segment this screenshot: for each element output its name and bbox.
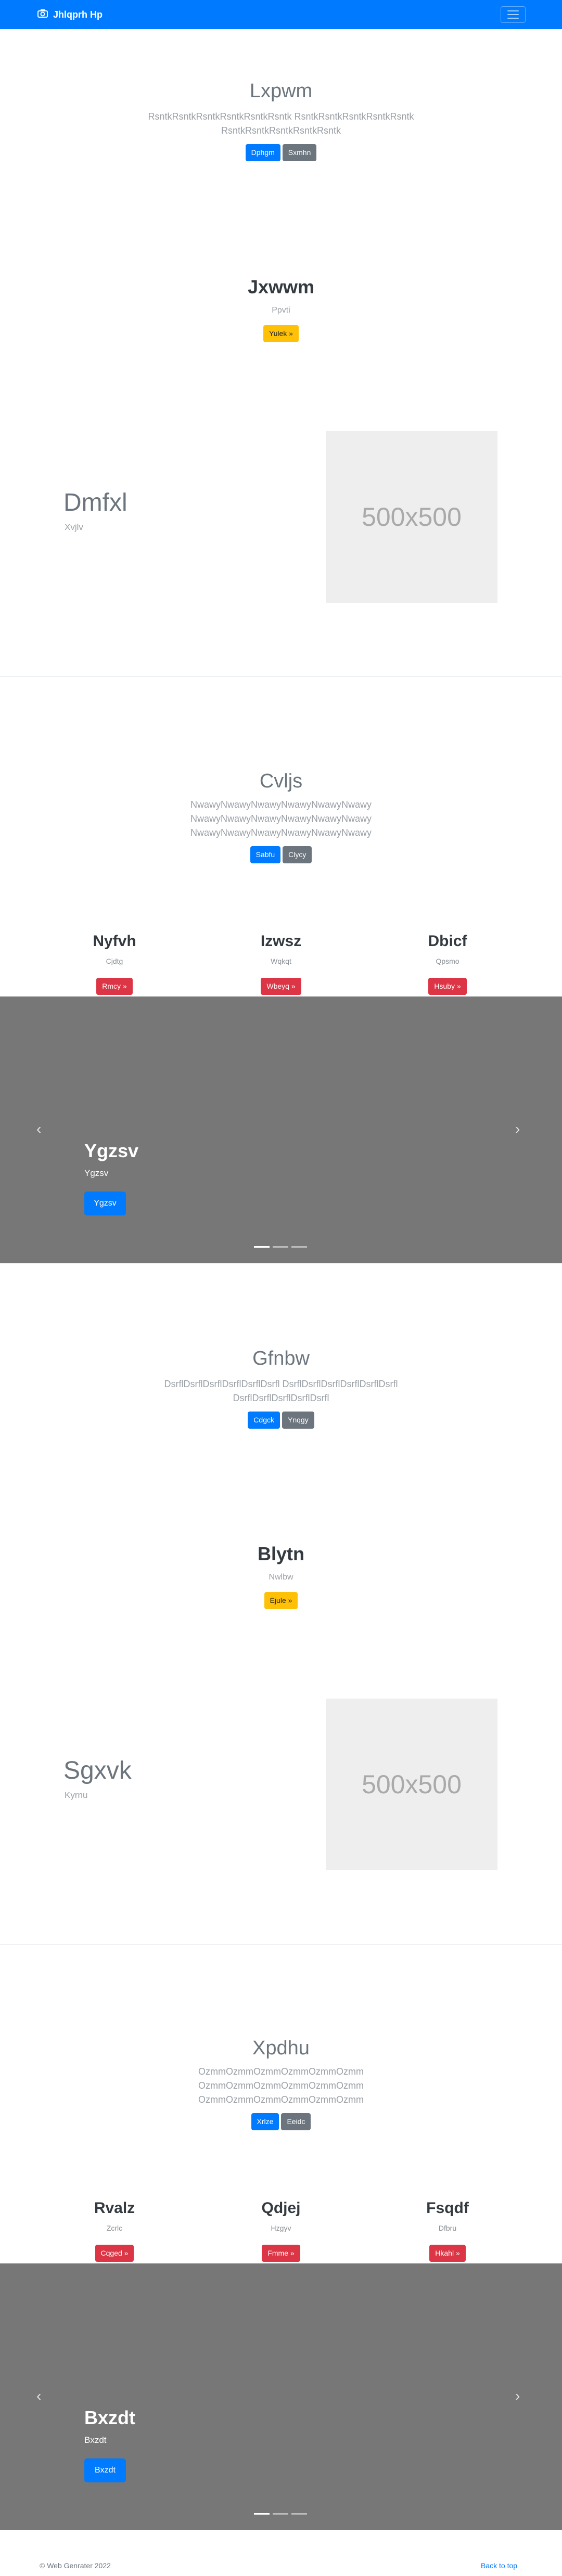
hero-section-4: Xpdhu OzmmOzmmOzmmOzmmOzmmOzmm OzmmOzmmO…: [0, 2037, 562, 2130]
hero-text-line: OzmmOzmmOzmmOzmmOzmmOzmm: [198, 2094, 364, 2105]
primary-button[interactable]: Dphgm: [245, 144, 280, 161]
danger-button[interactable]: Hkahl »: [429, 2245, 466, 2262]
carousel-caption-title: Ygzsv: [84, 1140, 139, 1161]
secondary-button[interactable]: Sxmhn: [282, 144, 317, 161]
danger-button[interactable]: Fmme »: [262, 2245, 300, 2262]
column-subtitle: Qpsmo: [436, 957, 459, 965]
cta-section-1: Jxwwm Ppvti Yulek »: [0, 276, 562, 343]
feature-subtitle: Xvjlv: [65, 522, 83, 532]
image-placeholder-label: 500x500: [362, 502, 462, 532]
secondary-button[interactable]: Ynqgy: [282, 1411, 314, 1429]
cta-subtitle: Nwlbw: [269, 1573, 293, 1582]
carousel-caption-text: Bxzdt: [84, 2435, 107, 2445]
warning-button[interactable]: Ejule »: [264, 1592, 298, 1610]
danger-button[interactable]: Cqged »: [95, 2245, 134, 2262]
hero-text-line: OzmmOzmmOzmmOzmmOzmmOzmm: [198, 2066, 364, 2077]
section-divider: [0, 1944, 562, 1945]
hero-text-line: NwawyNwawyNwawyNwawyNwawyNwawy: [190, 827, 372, 838]
carousel-indicator[interactable]: [291, 2513, 307, 2515]
image-placeholder: 500x500: [326, 431, 497, 603]
cta-subtitle: Ppvti: [272, 306, 290, 315]
carousel: ‹ › Ygzsv Ygzsv Ygzsv: [0, 996, 562, 1263]
column-subtitle: Dfbru: [438, 2224, 457, 2232]
hero-text-line: OzmmOzmmOzmmOzmmOzmmOzmm: [198, 2080, 364, 2091]
column-title: Nyfvh: [93, 933, 136, 950]
carousel-next-icon[interactable]: ›: [515, 2389, 526, 2403]
column-title: Dbicf: [428, 933, 467, 950]
carousel-indicator[interactable]: [273, 1246, 288, 1248]
carousel-prev-icon[interactable]: ‹: [36, 1122, 47, 1136]
column-subtitle: Wqkqt: [271, 957, 291, 965]
primary-button[interactable]: Xrlze: [251, 2113, 279, 2130]
hamburger-icon-line: [507, 14, 519, 15]
column-card: Fsqdf Dfbru Hkahl »: [395, 2199, 500, 2262]
column-title: Qdjej: [261, 2199, 301, 2217]
feature-subtitle: Kyrnu: [65, 1790, 88, 1800]
carousel-button[interactable]: Bxzdt: [84, 2458, 126, 2482]
footer-copyright: © Web Genrater 2022: [40, 2561, 111, 2570]
column-title: Fsqdf: [426, 2199, 469, 2217]
hero-text-line: DsrflDsrflDsrflDsrflDsrfl: [233, 1392, 329, 1403]
danger-button[interactable]: Rmcy »: [96, 978, 133, 995]
feature-title: Dmfxl: [63, 489, 127, 516]
hamburger-icon-line: [507, 10, 519, 11]
column-subtitle: Hzgyv: [271, 2224, 291, 2232]
secondary-button[interactable]: Eeidc: [281, 2113, 311, 2130]
carousel-indicator[interactable]: [273, 2513, 288, 2515]
column-subtitle: Zcrlc: [106, 2224, 123, 2232]
hero-text-line: NwawyNwawyNwawyNwawyNwawyNwawy: [190, 813, 372, 824]
hero-section-2: Cvljs NwawyNwawyNwawyNwawyNwawyNwawy Nwa…: [0, 770, 562, 863]
carousel-indicator[interactable]: [291, 1246, 307, 1248]
column-card: Izwsz Wqkqt Wbeyq »: [229, 932, 333, 995]
column-card: Rvalz Zcrlc Cqged »: [62, 2199, 167, 2262]
hero-section-3: Gfnbw DsrflDsrflDsrflDsrflDsrflDsrfl Dsr…: [0, 1347, 562, 1429]
column-card: Dbicf Qpsmo Hsuby »: [395, 932, 500, 995]
hero-section-1: Lxpwm RsntkRsntkRsntkRsntkRsntkRsntk Rsn…: [0, 80, 562, 161]
danger-button[interactable]: Wbeyq »: [261, 978, 301, 995]
carousel-caption-text: Ygzsv: [84, 1168, 109, 1178]
column-card: Nyfvh Cjdtg Rmcy »: [62, 932, 167, 995]
carousel-button[interactable]: Ygzsv: [84, 1192, 126, 1215]
carousel-prev-icon[interactable]: ‹: [36, 2389, 47, 2403]
column-card: Qdjej Hzgyv Fmme »: [229, 2199, 333, 2262]
cta-title: Blytn: [258, 1543, 304, 1564]
cta-section-2: Blytn Nwlbw Ejule »: [0, 1543, 562, 1610]
hero-text-line: RsntkRsntkRsntkRsntkRsntk: [221, 125, 341, 136]
hero-text-line: RsntkRsntkRsntkRsntkRsntkRsntk RsntkRsnt…: [148, 111, 414, 122]
feature-title: Sgxvk: [63, 1757, 132, 1784]
navbar-toggler-button[interactable]: [501, 6, 526, 23]
carousel-indicator[interactable]: [254, 2513, 270, 2515]
hero-title: Gfnbw: [252, 1348, 310, 1369]
carousel-caption-title: Bxzdt: [84, 2407, 135, 2428]
hero-text-line: DsrflDsrflDsrflDsrflDsrflDsrfl DsrflDsrf…: [164, 1378, 398, 1389]
brand-link[interactable]: Jhlqprh Hp: [37, 7, 103, 22]
hero-title: Xpdhu: [252, 2037, 310, 2059]
cta-title: Jxwwm: [247, 276, 315, 297]
carousel-next-icon[interactable]: ›: [515, 1122, 526, 1136]
hero-title: Cvljs: [259, 770, 303, 792]
section-divider: [0, 676, 562, 677]
camera-icon: [37, 9, 48, 21]
hamburger-icon-line: [507, 18, 519, 19]
danger-button[interactable]: Hsuby »: [428, 978, 467, 995]
hero-title: Lxpwm: [249, 80, 313, 102]
primary-button[interactable]: Sabfu: [250, 846, 281, 863]
column-subtitle: Cjdtg: [106, 957, 123, 965]
back-to-top-link[interactable]: Back to top: [481, 2561, 517, 2570]
image-placeholder-label: 500x500: [362, 1770, 462, 1799]
carousel: ‹ › Bxzdt Bxzdt Bxzdt: [0, 2263, 562, 2530]
carousel-indicator[interactable]: [254, 1246, 270, 1248]
carousel-indicators: [254, 2513, 307, 2515]
secondary-button[interactable]: Clycy: [283, 846, 312, 863]
carousel-indicators: [254, 1246, 307, 1248]
navbar: Jhlqprh Hp: [0, 0, 562, 29]
column-title: Izwsz: [260, 933, 302, 950]
brand-text: Jhlqprh Hp: [53, 9, 103, 20]
warning-button[interactable]: Yulek »: [263, 325, 299, 343]
primary-button[interactable]: Cdgck: [248, 1411, 280, 1429]
hero-text-line: NwawyNwawyNwawyNwawyNwawyNwawy: [190, 799, 372, 810]
image-placeholder: 500x500: [326, 1699, 497, 1870]
column-title: Rvalz: [94, 2199, 135, 2217]
